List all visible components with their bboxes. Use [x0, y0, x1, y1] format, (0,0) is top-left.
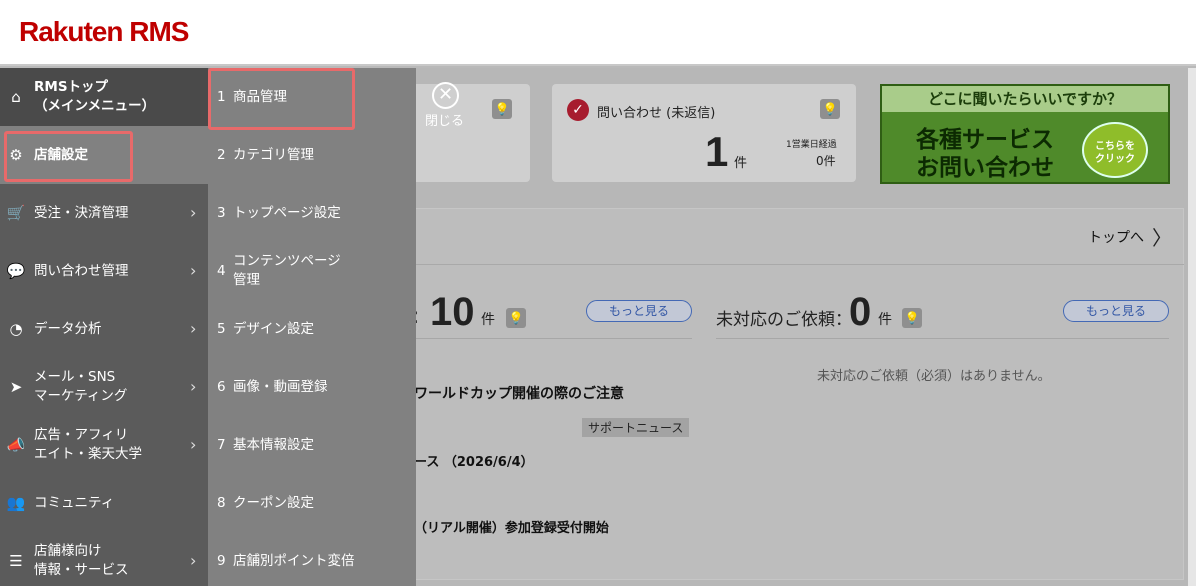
count-right: 0	[849, 290, 872, 334]
sidebar-item-label: RMSトップ （メインメニュー）	[34, 79, 156, 114]
submenu-item-coupon-settings[interactable]: 8 クーポン設定	[208, 474, 416, 532]
inquiry-unit: 件	[734, 156, 748, 171]
submenu-item-label: 画像・動画登録	[233, 378, 328, 395]
submenu-item-label: 店舗別ポイント変倍	[233, 552, 355, 569]
ad-top-text: どこに聞いたらいいですか？	[882, 86, 1168, 112]
submenu-item-shop-points[interactable]: 9 店舗別ポイント変倍	[208, 532, 416, 586]
bulb-icon[interactable]: 💡	[820, 99, 840, 119]
count-right-unit: 件	[878, 312, 892, 328]
sidebar-item-label: メール・SNS マーケティング	[34, 369, 128, 404]
sidebar-item-info-services[interactable]: ☰ 店舗様向け 情報・サービス ›	[0, 532, 208, 586]
sidebar-item-label: 広告・アフィリ エイト・楽天大学	[34, 427, 142, 462]
pending-label: 未対応のご依頼：	[716, 310, 852, 330]
submenu-item-label: クーポン設定	[233, 494, 314, 511]
sidebar-item-label: 店舗様向け 情報・サービス	[34, 543, 129, 578]
submenu-item-label: デザイン設定	[233, 320, 314, 337]
news-link[interactable]: ワールドカップ開催の際のご注意	[414, 383, 624, 403]
users-icon: 👥	[6, 494, 26, 512]
divider	[410, 264, 1184, 265]
chevron-right-icon: ›	[190, 203, 197, 222]
submenu-item-category-management[interactable]: 2 カテゴリ管理	[208, 126, 416, 184]
submenu-item-number: 5	[217, 321, 226, 337]
chevron-right-icon: ›	[190, 261, 197, 280]
news-link[interactable]: ース （2026/6/4）	[414, 451, 534, 470]
submenu-item-number: 6	[217, 379, 226, 395]
inquiry-count: 1	[705, 128, 729, 175]
inquiry-title: 問い合わせ (未返信)	[597, 106, 716, 121]
sidebar-item-ads[interactable]: 📣 広告・アフィリ エイト・楽天大学 ›	[0, 416, 208, 474]
submenu-item-label: コンテンツページ 管理	[233, 253, 341, 288]
home-icon: ⌂	[11, 88, 21, 106]
divider	[412, 338, 692, 339]
sidebar-item-label: 問い合わせ管理	[34, 262, 129, 279]
highlight-shop-settings	[4, 131, 133, 182]
scrollbar[interactable]	[1188, 68, 1196, 586]
sidebar-item-label: 受注・決済管理	[34, 204, 129, 221]
news-link[interactable]: （リアル開催）参加登録受付開始	[414, 517, 609, 536]
submenu-item-basic-info[interactable]: 7 基本情報設定	[208, 416, 416, 474]
more-button[interactable]: もっと見る	[586, 300, 692, 322]
megaphone-icon: 📣	[6, 436, 26, 454]
chevron-right-icon: ›	[190, 551, 197, 570]
rakuten-rms-logo[interactable]: Rakuten RMS	[19, 16, 189, 48]
submenu-item-media-upload[interactable]: 6 画像・動画登録	[208, 358, 416, 416]
pie-chart-icon: ◔	[9, 320, 23, 338]
bulb-icon[interactable]: 💡	[902, 308, 922, 328]
sidebar-item-community[interactable]: 👥 コミュニティ	[0, 474, 208, 532]
submenu-item-number: 9	[217, 553, 226, 569]
chat-icon: 💬	[6, 262, 26, 280]
top-link[interactable]: トップへ	[1088, 227, 1144, 247]
submenu-item-label: カテゴリ管理	[233, 146, 314, 163]
submenu-item-label: 基本情報設定	[233, 436, 314, 453]
count-left: 10	[430, 290, 475, 334]
support-ad-banner[interactable]: どこに聞いたらいいですか？ 各種サービス お問い合わせ こちらを クリック	[880, 84, 1170, 184]
submenu-item-design-settings[interactable]: 5 デザイン設定	[208, 300, 416, 358]
paper-plane-icon: ➤	[9, 378, 23, 396]
news-badge: サポートニュース	[582, 418, 690, 437]
header: Rakuten RMS	[0, 0, 1196, 66]
shop-settings-submenu: 1 商品管理 2 カテゴリ管理 3 トップページ設定 4 コンテンツページ 管理…	[208, 68, 416, 586]
chevron-right-icon[interactable]: 〉	[1152, 222, 1172, 251]
sidebar-item-inquiries[interactable]: 💬 問い合わせ管理 ›	[0, 242, 208, 300]
cart-icon: 🛒	[6, 204, 26, 222]
close-card	[410, 84, 530, 182]
submenu-item-number: 8	[217, 495, 226, 511]
inquiry-sub-label: 1営業日経過	[786, 140, 837, 150]
divider	[716, 338, 1169, 339]
check-icon: ✓	[567, 99, 589, 121]
submenu-item-label: トップページ設定	[233, 204, 341, 221]
chevron-right-icon: ›	[190, 435, 197, 454]
sidebar-item-data-analysis[interactable]: ◔ データ分析 ›	[0, 300, 208, 358]
sidebar-item-mail-sns[interactable]: ➤ メール・SNS マーケティング ›	[0, 358, 208, 416]
bulb-icon[interactable]: 💡	[492, 99, 512, 119]
sidebar-item-orders[interactable]: 🛒 受注・決済管理 ›	[0, 184, 208, 242]
sidebar-item-label: コミュニティ	[34, 494, 115, 511]
sidebar-item-rms-top[interactable]: ⌂ RMSトップ （メインメニュー）	[0, 68, 208, 126]
chevron-right-icon: ›	[190, 377, 197, 396]
click-here-badge[interactable]: こちらを クリック	[1082, 122, 1148, 178]
pending-empty-text: 未対応のご依頼（必須）はありません。	[817, 369, 1051, 384]
submenu-item-number: 3	[217, 205, 226, 221]
chevron-right-icon: ›	[190, 319, 197, 338]
submenu-item-number: 2	[217, 147, 226, 163]
submenu-item-content-pages[interactable]: 4 コンテンツページ 管理	[208, 242, 416, 300]
inquiry-card[interactable]	[552, 84, 856, 182]
ad-line2: お問い合わせ	[916, 155, 1054, 181]
bulb-icon[interactable]: 💡	[506, 308, 526, 328]
submenu-item-number: 7	[217, 437, 226, 453]
sidebar-item-label: データ分析	[34, 320, 102, 337]
inquiry-sub-value: 0件	[816, 154, 836, 168]
close-label[interactable]: 閉じる	[425, 110, 464, 129]
info-list-icon: ☰	[9, 552, 23, 570]
submenu-item-top-page-settings[interactable]: 3 トップページ設定	[208, 184, 416, 242]
count-left-unit: 件	[481, 312, 495, 328]
more-button[interactable]: もっと見る	[1063, 300, 1169, 322]
highlight-product-management	[208, 68, 355, 130]
submenu-item-number: 4	[217, 263, 226, 279]
close-icon[interactable]: ✕	[432, 82, 459, 109]
